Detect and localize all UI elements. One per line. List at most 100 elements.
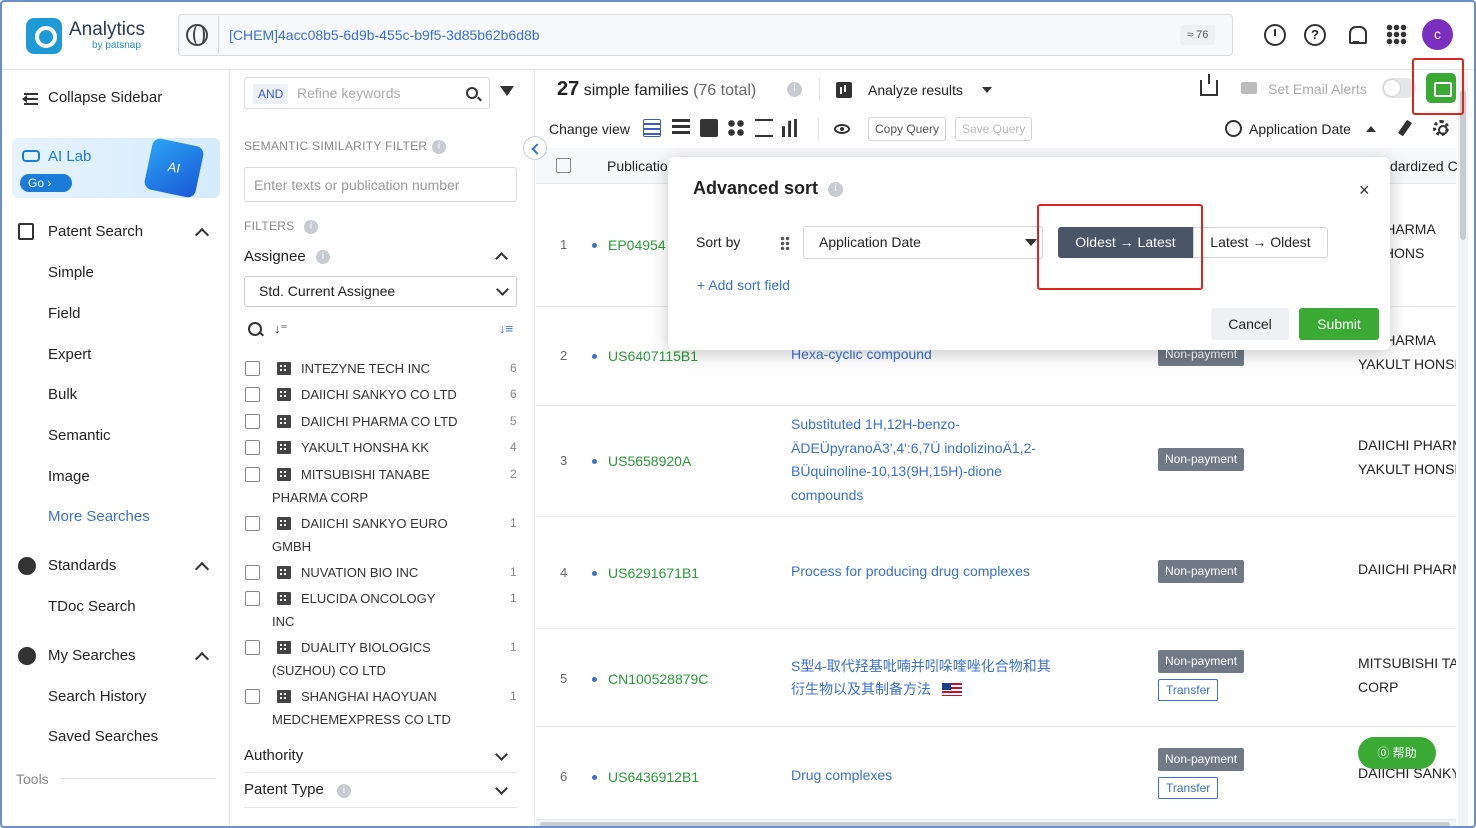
timer-icon[interactable] <box>1264 24 1286 46</box>
add-sort-field-link[interactable]: + Add sort field <box>697 277 790 293</box>
assignee-cell[interactable]: DAIICHI PHARMA <box>1358 561 1456 577</box>
bar-chart-icon[interactable] <box>836 82 852 98</box>
assignee-cell[interactable]: MITSUBISHI TAN <box>1358 655 1456 671</box>
patent-title[interactable]: Substituted 1H,12H-benzo- <box>791 413 960 437</box>
sidebar-item-tdoc-search[interactable]: TDoc Search <box>48 598 136 615</box>
assignee-cell[interactable]: YAKULT HONSH <box>1358 461 1456 477</box>
sort-alpha-icon[interactable]: ↓⁼ <box>274 321 287 337</box>
bell-icon[interactable] <box>1346 24 1368 46</box>
publication-number[interactable]: CN100528879C <box>608 671 708 687</box>
assignee-name[interactable]: DUALITY BIOLOGICS <box>301 640 431 655</box>
scrollbar-thumb[interactable] <box>540 822 1450 827</box>
query-text[interactable]: [CHEM]4acc08b5-6d9b-455c-b9f5-3d85b62b6d… <box>229 27 540 43</box>
assignee-name-cont[interactable]: (SUZHOU) CO LTD <box>272 663 386 678</box>
caret-up-icon[interactable] <box>1366 126 1376 132</box>
assignee-name-cont[interactable]: MEDCHEMEXPRESS CO LTD <box>272 712 451 727</box>
standards-header[interactable]: Standards <box>48 557 116 574</box>
assignee-name[interactable]: INTEZYNE TECH INC <box>301 361 430 376</box>
assignee-name[interactable]: YAKULT HONSHA KK <box>301 440 429 455</box>
info-icon[interactable]: i <box>828 182 843 197</box>
semantic-placeholder[interactable]: Enter texts or publication number <box>254 177 459 193</box>
assignee-cell[interactable]: YAKULT HONSH <box>1358 356 1456 372</box>
col-publication[interactable]: Publicatio <box>607 158 668 174</box>
sidebar-item-saved-searches[interactable]: Saved Searches <box>48 728 158 745</box>
apps-grid-icon[interactable] <box>1386 24 1408 46</box>
assignee-cell[interactable]: CORP <box>1358 679 1456 695</box>
brand-name[interactable]: Analytics <box>69 19 145 41</box>
set-email-alerts-label[interactable]: Set Email Alerts <box>1268 81 1367 97</box>
refine-placeholder[interactable]: Refine keywords <box>297 85 401 101</box>
detail-view-icon[interactable] <box>672 119 690 137</box>
image-view-icon[interactable] <box>700 119 718 137</box>
close-icon[interactable]: × <box>1359 180 1370 201</box>
assignee-name[interactable]: SHANGHAI HAOYUAN <box>301 689 437 704</box>
clock-icon[interactable] <box>1225 120 1242 137</box>
assignee-checkbox[interactable] <box>245 440 260 455</box>
assignee-header[interactable]: Assignee <box>244 248 306 265</box>
help-icon[interactable]: ? <box>1304 24 1326 46</box>
help-chat-button[interactable]: ⓪ 帮助 <box>1358 737 1436 769</box>
patent-title[interactable]: ÄDEÜpyranoÄ3',4':6,7Ü indolizinoÄ1,2- <box>791 437 1036 461</box>
sort-field-button[interactable]: Application Date <box>1249 121 1351 137</box>
info-icon[interactable]: i <box>316 250 330 264</box>
patent-title[interactable]: S型4-取代羟基吡喃并吲哚喹唑化合物和其 <box>791 655 1051 679</box>
assignee-name[interactable]: ELUCIDA ONCOLOGY <box>301 591 435 606</box>
assignee-checkbox[interactable] <box>245 361 260 376</box>
sidebar-item-simple[interactable]: Simple <box>48 264 94 281</box>
and-operator[interactable]: AND <box>253 84 289 104</box>
assignee-cell[interactable]: DAIICHI PHARMA <box>1358 437 1456 453</box>
my-searches-header[interactable]: My Searches <box>48 647 136 664</box>
assignee-name[interactable]: DAIICHI PHARMA CO LTD <box>301 414 458 429</box>
assignee-checkbox[interactable] <box>245 591 260 606</box>
patent-title[interactable]: compounds <box>791 484 863 508</box>
gear-icon[interactable] <box>1433 120 1449 136</box>
submit-button[interactable]: Submit <box>1299 308 1379 340</box>
collapse-sidebar-button[interactable]: Collapse Sidebar <box>48 89 162 106</box>
ai-lab-go-button[interactable]: Go › <box>20 174 72 192</box>
copy-query-button[interactable]: Copy Query <box>868 117 947 141</box>
sidebar-item-bulk[interactable]: Bulk <box>48 386 77 403</box>
avatar[interactable]: c <box>1422 19 1453 50</box>
sidebar-item-search-history[interactable]: Search History <box>48 688 146 705</box>
patent-type-header[interactable]: Patent Type <box>244 781 324 798</box>
sidebar-item-expert[interactable]: Expert <box>48 346 91 363</box>
patent-title[interactable]: BÜquinoline-10,13(9H,15H)-dione <box>791 460 1002 484</box>
save-query-button[interactable]: Save Query <box>955 117 1033 141</box>
assignee-name[interactable]: NUVATION BIO INC <box>301 565 418 580</box>
publication-number[interactable]: US6407115B1 <box>608 348 698 364</box>
sidebar-item-more-searches[interactable]: More Searches <box>48 508 150 525</box>
analytics-logo-icon[interactable] <box>26 18 62 54</box>
select-all-checkbox[interactable] <box>556 158 571 173</box>
chem-view-icon[interactable] <box>755 119 773 137</box>
download-icon[interactable] <box>1200 74 1218 96</box>
collapse-sidebar-icon[interactable] <box>18 90 38 108</box>
publication-number[interactable]: US5658920A <box>608 453 691 469</box>
assignee-checkbox[interactable] <box>245 387 260 402</box>
assignee-name[interactable]: MITSUBISHI TANABE <box>301 467 430 482</box>
assignee-name[interactable]: DAIICHI SANKYO EURO <box>301 516 448 531</box>
patent-title[interactable]: Drug complexes <box>791 764 892 788</box>
sidebar-item-image[interactable]: Image <box>48 468 90 485</box>
col-assignee[interactable]: dardized C <box>1390 158 1458 174</box>
info-icon[interactable]: i <box>787 82 802 97</box>
card-view-icon[interactable] <box>727 119 745 137</box>
info-icon[interactable]: i <box>337 784 351 798</box>
sort-count-icon[interactable]: ↓≡ <box>499 321 513 336</box>
assignee-name-cont[interactable]: GMBH <box>272 539 311 554</box>
assignee-checkbox[interactable] <box>245 565 260 580</box>
assignee-name-cont[interactable]: PHARMA CORP <box>272 490 368 505</box>
drag-handle-icon[interactable] <box>780 236 790 250</box>
publication-number[interactable]: US6291671B1 <box>608 565 699 581</box>
patent-search-header[interactable]: Patent Search <box>48 223 143 240</box>
caret-down-icon[interactable] <box>1025 239 1037 246</box>
cancel-button[interactable]: Cancel <box>1211 308 1289 340</box>
patent-title[interactable]: Process for producing drug complexes <box>791 560 1030 584</box>
analyze-results-button[interactable]: Analyze results <box>868 82 963 98</box>
filter-icon[interactable] <box>500 86 514 96</box>
info-icon[interactable]: i <box>304 220 318 234</box>
assignee-checkbox[interactable] <box>245 516 260 531</box>
search-icon[interactable] <box>248 322 262 336</box>
publication-number[interactable]: US6436912B1 <box>608 769 699 785</box>
search-icon[interactable] <box>466 87 478 99</box>
patent-title[interactable]: 衍生物以及其制备方法 <box>791 678 931 702</box>
